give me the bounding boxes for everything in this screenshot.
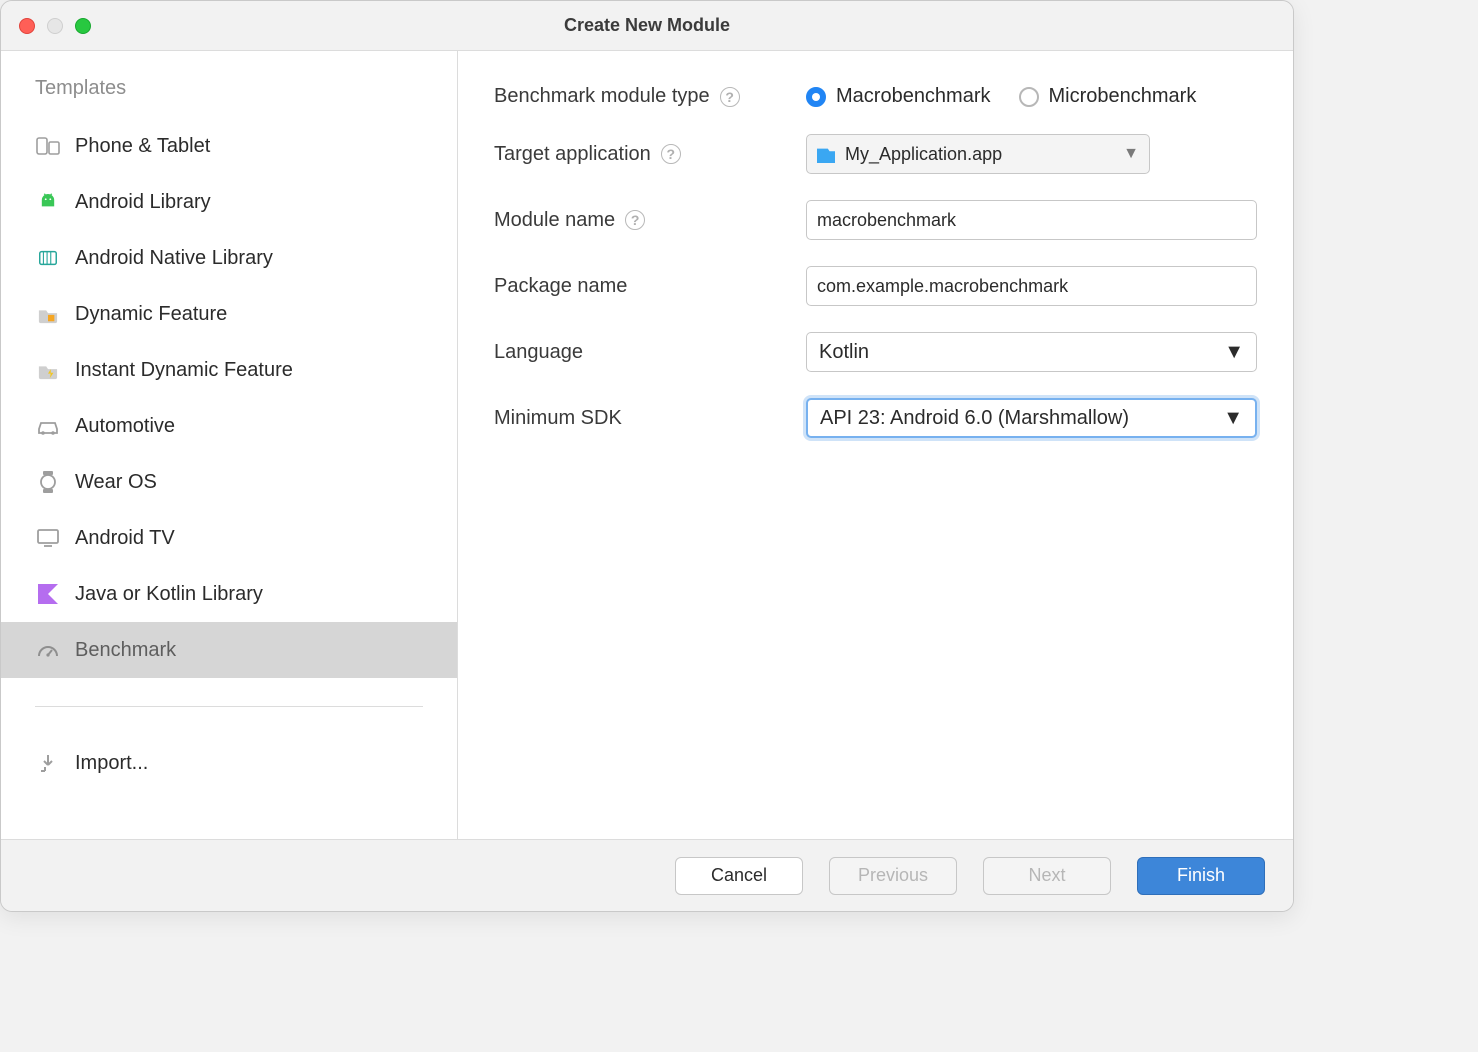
label-language: Language: [494, 341, 806, 364]
target-application-select[interactable]: My_Application.app ▼: [806, 134, 1150, 174]
row-package-name: Package name: [494, 266, 1257, 306]
minimum-sdk-select[interactable]: API 23: Android 6.0 (Marshmallow) ▼: [806, 398, 1257, 438]
template-label: Automotive: [75, 415, 175, 438]
module-type-radio-group: Macrobenchmark Microbenchmark: [806, 85, 1196, 108]
template-item-automotive[interactable]: Automotive: [1, 398, 457, 454]
finish-button[interactable]: Finish: [1137, 857, 1265, 895]
instant-dynamic-feature-icon: [35, 357, 61, 383]
chevron-down-icon: ▼: [1224, 341, 1244, 364]
row-target-application: Target application ? My_Application.app …: [494, 134, 1257, 174]
row-language: Language Kotlin ▼: [494, 332, 1257, 372]
template-label: Java or Kotlin Library: [75, 583, 263, 606]
template-item-android-tv[interactable]: Android TV: [1, 510, 457, 566]
template-label: Android Native Library: [75, 247, 273, 270]
template-label: Android Library: [75, 191, 211, 214]
radio-macrobenchmark[interactable]: Macrobenchmark: [806, 85, 991, 108]
radio-bullet-icon: [1019, 87, 1039, 107]
template-label: Phone & Tablet: [75, 135, 210, 158]
label-minimum-sdk: Minimum SDK: [494, 407, 806, 430]
native-library-icon: [35, 245, 61, 271]
template-label: Benchmark: [75, 639, 176, 662]
android-tv-icon: [35, 525, 61, 551]
template-item-benchmark[interactable]: Benchmark: [1, 622, 457, 678]
next-button: Next: [983, 857, 1111, 895]
template-label: Instant Dynamic Feature: [75, 359, 293, 382]
target-application-value: My_Application.app: [845, 144, 1002, 165]
help-icon[interactable]: ?: [720, 87, 740, 107]
form-panel: Benchmark module type ? Macrobenchmark M…: [458, 51, 1293, 839]
dialog-footer: Cancel Previous Next Finish: [1, 839, 1293, 911]
row-minimum-sdk: Minimum SDK API 23: Android 6.0 (Marshma…: [494, 398, 1257, 438]
template-item-dynamic-feature[interactable]: Dynamic Feature: [1, 286, 457, 342]
minimum-sdk-value: API 23: Android 6.0 (Marshmallow): [820, 407, 1129, 430]
language-value: Kotlin: [819, 341, 869, 364]
radio-microbenchmark[interactable]: Microbenchmark: [1019, 85, 1197, 108]
kotlin-icon: [35, 581, 61, 607]
sidebar-item-import[interactable]: Import...: [1, 735, 457, 791]
chevron-down-icon: ▼: [1123, 145, 1139, 163]
android-icon: [35, 189, 61, 215]
dialog-window: Create New Module Templates Phone & Tabl…: [0, 0, 1294, 912]
benchmark-icon: [35, 637, 61, 663]
template-item-wear-os[interactable]: Wear OS: [1, 454, 457, 510]
label-package-name: Package name: [494, 275, 806, 298]
app-folder-icon: [817, 145, 835, 163]
dynamic-feature-icon: [35, 301, 61, 327]
template-item-kotlin-library[interactable]: Java or Kotlin Library: [1, 566, 457, 622]
import-label: Import...: [75, 752, 148, 775]
content-area: Templates Phone & Tablet Android Library: [1, 51, 1293, 839]
template-label: Dynamic Feature: [75, 303, 227, 326]
row-module-name: Module name ?: [494, 200, 1257, 240]
radio-bullet-icon: [806, 87, 826, 107]
cancel-button[interactable]: Cancel: [675, 857, 803, 895]
chevron-down-icon: ▼: [1223, 407, 1243, 430]
phone-tablet-icon: [35, 133, 61, 159]
template-item-instant-dynamic-feature[interactable]: Instant Dynamic Feature: [1, 342, 457, 398]
package-name-input[interactable]: [806, 266, 1257, 306]
template-label: Wear OS: [75, 471, 157, 494]
label-target-application: Target application ?: [494, 143, 806, 166]
radio-label: Macrobenchmark: [836, 85, 991, 108]
template-list: Phone & Tablet Android Library Android N…: [1, 118, 457, 678]
sidebar-header: Templates: [1, 77, 457, 118]
template-item-phone-tablet[interactable]: Phone & Tablet: [1, 118, 457, 174]
label-module-type: Benchmark module type ?: [494, 85, 806, 108]
module-name-input[interactable]: [806, 200, 1257, 240]
import-list: Import...: [1, 735, 457, 791]
template-item-android-library[interactable]: Android Library: [1, 174, 457, 230]
row-module-type: Benchmark module type ? Macrobenchmark M…: [494, 85, 1257, 108]
template-item-android-native-library[interactable]: Android Native Library: [1, 230, 457, 286]
language-select[interactable]: Kotlin ▼: [806, 332, 1257, 372]
templates-sidebar: Templates Phone & Tablet Android Library: [1, 51, 458, 839]
help-icon[interactable]: ?: [625, 210, 645, 230]
help-icon[interactable]: ?: [661, 144, 681, 164]
wear-os-icon: [35, 469, 61, 495]
automotive-icon: [35, 413, 61, 439]
sidebar-divider: [35, 706, 423, 707]
previous-button: Previous: [829, 857, 957, 895]
titlebar: Create New Module: [1, 1, 1293, 51]
window-title: Create New Module: [1, 15, 1293, 36]
import-icon: [35, 750, 61, 776]
template-label: Android TV: [75, 527, 175, 550]
radio-label: Microbenchmark: [1049, 85, 1197, 108]
label-module-name: Module name ?: [494, 209, 806, 232]
